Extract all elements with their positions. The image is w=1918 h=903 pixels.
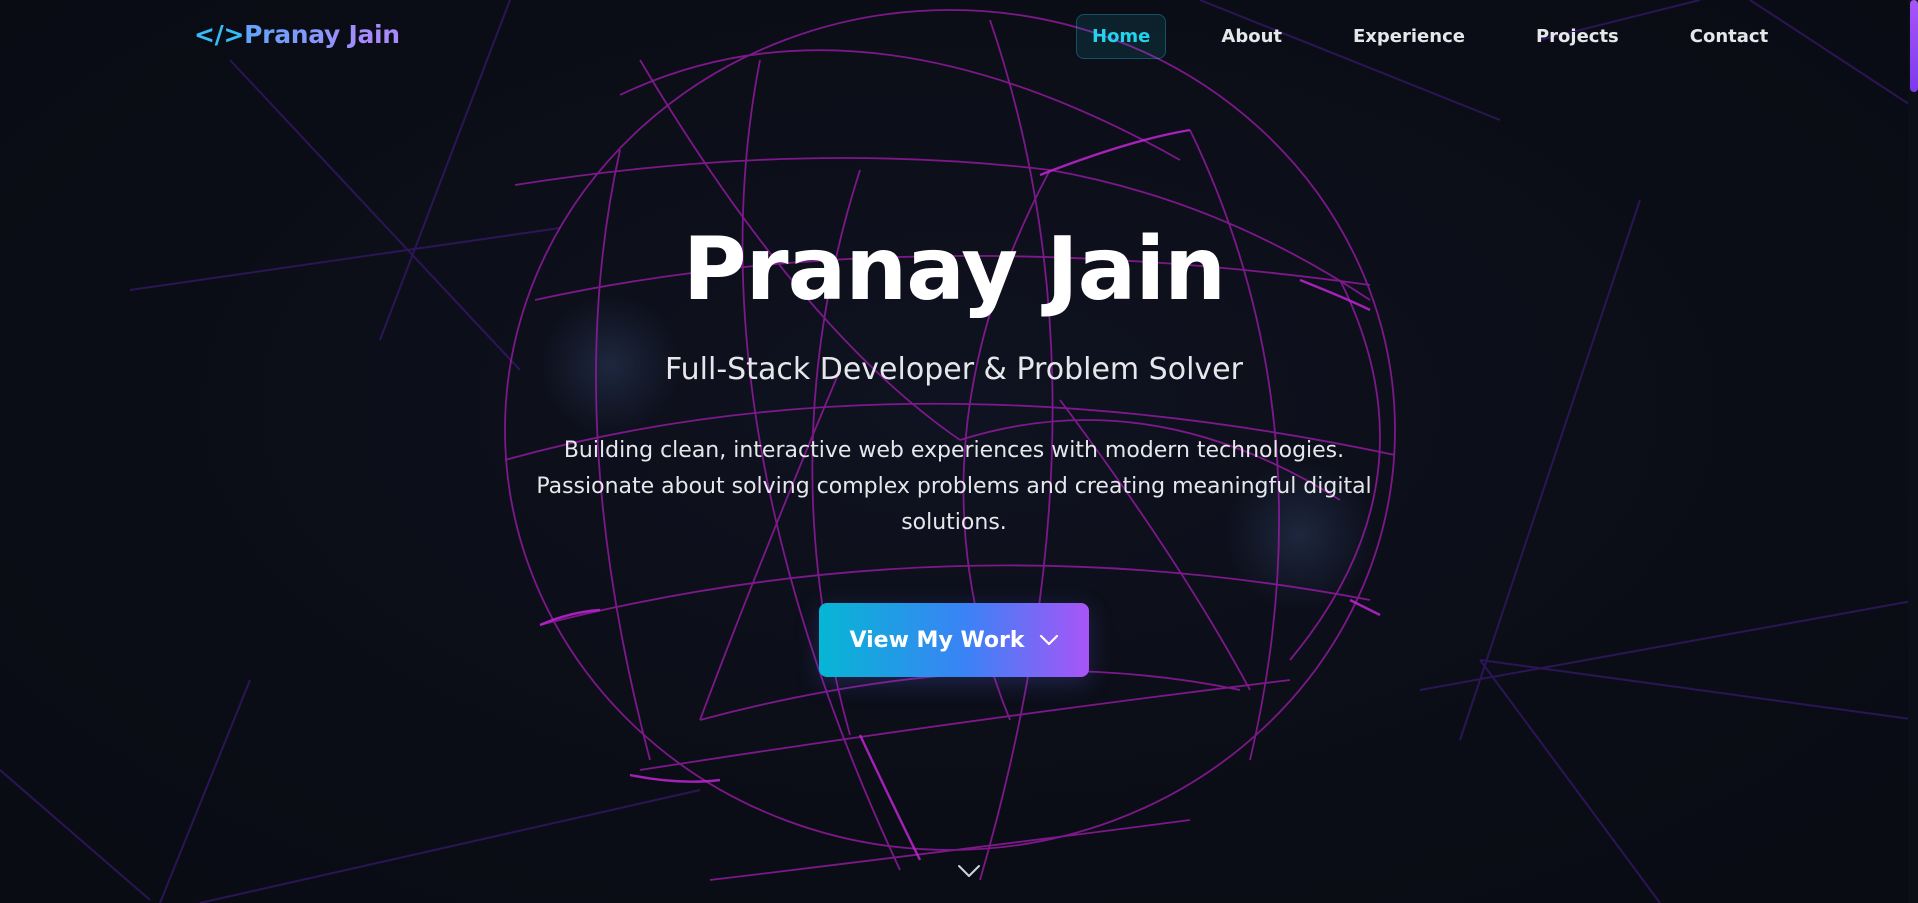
logo-name: Pranay Jain — [244, 20, 400, 49]
hero-description-line-1: Building clean, interactive web experien… — [563, 438, 1345, 463]
nav-link-home[interactable]: Home — [1076, 13, 1167, 59]
nav-link-about[interactable]: About — [1205, 14, 1298, 59]
page: </>Pranay Jain Home About Experience Pro… — [0, 0, 1918, 903]
scroll-down-chevron-icon[interactable] — [957, 862, 981, 880]
chevron-down-icon — [1039, 634, 1059, 646]
scrollbar-thumb[interactable] — [1910, 0, 1918, 92]
view-my-work-label: View My Work — [849, 627, 1025, 653]
hero-description: Building clean, interactive web experien… — [534, 433, 1374, 541]
logo-code-glyph: </> — [194, 20, 245, 49]
view-my-work-button[interactable]: View My Work — [819, 603, 1089, 677]
nav-links: Home About Experience Projects Contact — [1076, 13, 1784, 59]
hero-subtitle: Full-Stack Developer & Problem Solver — [665, 352, 1243, 387]
nav-link-experience[interactable]: Experience — [1337, 14, 1481, 59]
scrollbar-track[interactable] — [1908, 0, 1918, 903]
hero-description-line-2: Passionate about solving complex problem… — [536, 474, 1372, 535]
nav-link-contact[interactable]: Contact — [1674, 14, 1784, 59]
top-navbar: </>Pranay Jain Home About Experience Pro… — [0, 0, 1908, 74]
site-logo[interactable]: </>Pranay Jain — [194, 20, 400, 49]
hero-title: Pranay Jain — [682, 218, 1226, 320]
nav-link-projects[interactable]: Projects — [1520, 14, 1635, 59]
